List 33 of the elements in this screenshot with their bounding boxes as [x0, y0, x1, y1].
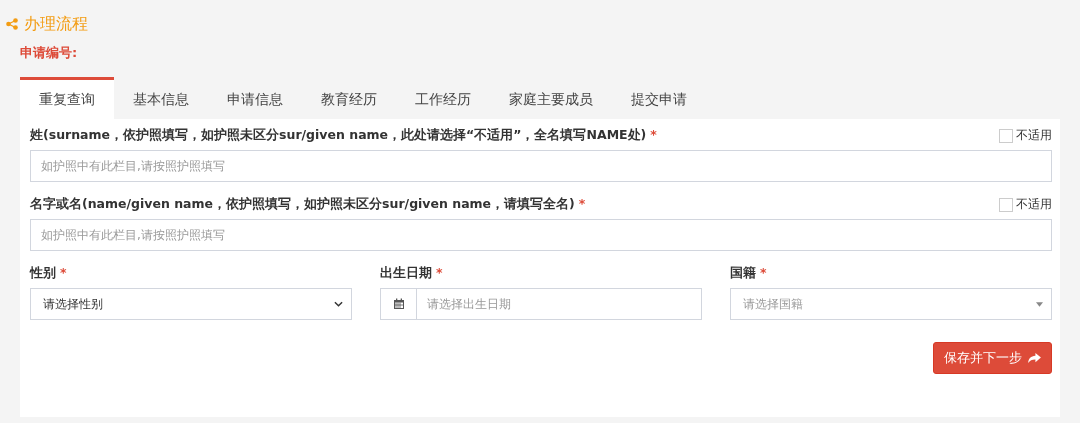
application-number-label: 申请编号:: [20, 44, 79, 62]
tab[interactable]: 工作经历: [396, 77, 490, 119]
field-label: 姓(surname，依护照填写，如护照未区分sur/given name，此处请选择“不适用”，全名填写NAME处): [30, 127, 647, 142]
checkbox-label: 不适用: [1016, 127, 1052, 144]
tab[interactable]: 基本信息: [114, 77, 208, 119]
field-label: 国籍: [730, 265, 756, 280]
page-title: 办理流程: [24, 13, 88, 35]
date-field[interactable]: 请选择出生日期: [416, 288, 702, 320]
share-arrow-icon: [1028, 352, 1041, 364]
required-mark: *: [650, 127, 657, 142]
tab[interactable]: 重复查询: [20, 77, 114, 119]
tab[interactable]: 提交申请: [612, 77, 706, 119]
input-field[interactable]: 如护照中有此栏目,请按照护照填写: [30, 150, 1052, 182]
save-next-button[interactable]: 保存并下一步: [933, 342, 1052, 374]
field-label: 出生日期: [380, 265, 432, 280]
share-icon: [6, 18, 18, 30]
tab[interactable]: 教育经历: [302, 77, 396, 119]
tab[interactable]: 家庭主要成员: [490, 77, 612, 119]
required-mark: *: [436, 265, 443, 280]
calendar-icon: [392, 298, 405, 310]
checkbox-label: 不适用: [1016, 196, 1052, 213]
input-field[interactable]: 如护照中有此栏目,请按照护照填写: [30, 219, 1052, 251]
chevron-icon: [334, 301, 343, 307]
select-field[interactable]: 请选择性别: [30, 288, 352, 320]
required-mark: *: [760, 265, 767, 280]
tab[interactable]: 申请信息: [208, 77, 302, 119]
checkbox[interactable]: [999, 128, 1013, 143]
field-label: 名字或名(name/given name，依护照填写，如护照未区分sur/given name，请填写全名): [30, 196, 575, 211]
required-mark: *: [60, 265, 67, 280]
field-label: 性别: [30, 265, 56, 280]
required-mark: *: [578, 196, 586, 211]
caret-icon: [1036, 301, 1043, 307]
checkbox[interactable]: [999, 197, 1013, 212]
